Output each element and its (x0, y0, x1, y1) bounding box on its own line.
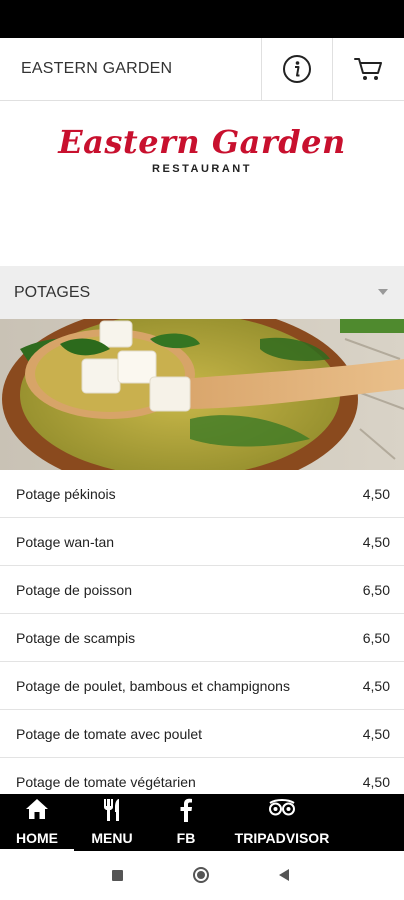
cart-icon (354, 58, 382, 80)
status-bar (0, 0, 404, 38)
nav-label: HOME (16, 830, 58, 846)
item-name: Potage wan-tan (16, 534, 115, 550)
item-price: 4,50 (362, 726, 390, 742)
item-price: 6,50 (362, 582, 390, 598)
menu-item-list: Potage pékinois 4,50 Potage wan-tan 4,50 P… (0, 470, 404, 806)
item-name: Potage de poulet, bambous et champignons (16, 678, 290, 694)
list-item[interactable]: Potage de poisson 6,50 (0, 566, 404, 614)
restaurant-logo: Eastern Garden RESTAURANT (0, 101, 404, 266)
logo-subtitle: RESTAURANT (152, 163, 252, 175)
utensils-icon (104, 799, 119, 821)
list-item[interactable]: Potage wan-tan 4,50 (0, 518, 404, 566)
item-price: 4,50 (362, 486, 390, 502)
tripadvisor-icon (269, 799, 295, 816)
nav-home[interactable]: HOME (0, 794, 74, 851)
list-item[interactable]: Potage pékinois 4,50 (0, 470, 404, 518)
list-item[interactable]: Potage de tomate avec poulet 4,50 (0, 710, 404, 758)
item-name: Potage pékinois (16, 486, 116, 502)
bottom-navigation: HOME MENU FB TRIPADVISOR (0, 794, 404, 851)
category-label: POTAGES (14, 284, 91, 301)
nav-label: MENU (91, 830, 133, 846)
nav-facebook[interactable]: FB (156, 794, 216, 851)
item-name: Potage de poisson (16, 582, 132, 598)
facebook-icon (180, 798, 192, 822)
caret-down-icon (378, 289, 388, 295)
item-price: 6,50 (362, 630, 390, 646)
back-button[interactable] (279, 869, 289, 881)
info-icon (283, 55, 311, 83)
logo-name: Eastern Garden (58, 123, 346, 161)
recent-apps-button[interactable] (112, 870, 123, 881)
info-button[interactable] (262, 38, 332, 100)
top-app-bar: EASTERN GARDEN (0, 38, 404, 101)
soup-image (0, 319, 404, 470)
item-price: 4,50 (362, 678, 390, 694)
system-navigation-bar (0, 851, 404, 900)
home-icon (26, 799, 48, 819)
item-name: Potage de tomate avec poulet (16, 726, 203, 742)
app-title: EASTERN GARDEN (21, 60, 173, 77)
home-system-button[interactable] (193, 867, 209, 883)
item-name: Potage de scampis (16, 630, 136, 646)
list-item[interactable]: Potage de scampis 6,50 (0, 614, 404, 662)
category-header-potages[interactable]: POTAGES (0, 266, 404, 319)
nav-label: FB (176, 830, 196, 846)
cart-button[interactable] (333, 38, 403, 100)
nav-label: TRIPADVISOR (234, 830, 330, 846)
item-price: 4,50 (362, 534, 390, 550)
list-item[interactable]: Potage de poulet, bambous et champignons… (0, 662, 404, 710)
nav-tripadvisor[interactable]: TRIPADVISOR (226, 794, 338, 851)
nav-menu[interactable]: MENU (78, 794, 146, 851)
